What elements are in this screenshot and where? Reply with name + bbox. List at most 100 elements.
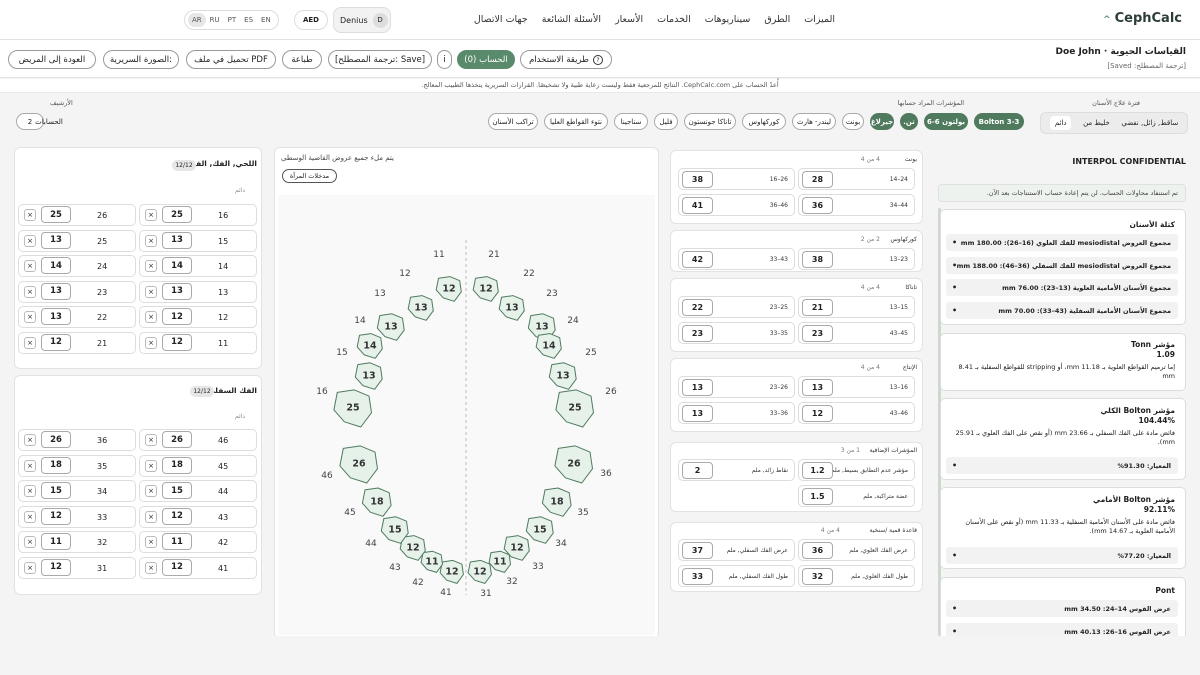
usage-button[interactable]: طريقة الاستخدام? <box>520 50 612 69</box>
measurement-value[interactable]: 1.5 <box>802 488 833 505</box>
index-chip-active[interactable]: بولتون 6-6 <box>924 113 968 130</box>
clear-icon[interactable]: × <box>145 536 157 548</box>
clear-icon[interactable]: × <box>24 311 36 323</box>
measurement-value[interactable]: 2 <box>682 462 713 479</box>
menu-item[interactable]: سيناريوهات <box>705 14 751 25</box>
tooth-width-field[interactable]: 18 <box>41 456 71 474</box>
tooth-width-field[interactable]: 12 <box>41 558 71 576</box>
tooth-width-field[interactable]: 12 <box>162 333 192 351</box>
clear-icon[interactable]: × <box>145 311 157 323</box>
tooth-width-field[interactable]: 13 <box>162 282 192 300</box>
measurement-value[interactable]: 42 <box>682 251 713 268</box>
measurement-value[interactable]: 33 <box>682 568 713 585</box>
print-button[interactable]: طباعة <box>282 50 322 69</box>
mirror-inputs-button[interactable]: مدخلات المرآة <box>282 169 337 183</box>
measurement-value[interactable]: 38 <box>802 251 833 268</box>
tooth-width-field[interactable]: 13 <box>41 282 71 300</box>
clear-icon[interactable]: × <box>24 336 36 349</box>
tooth-width-field[interactable]: 12 <box>162 308 192 325</box>
measurement-value[interactable]: 13 <box>682 405 713 422</box>
index-chip[interactable]: تاناكا جونستون <box>684 113 736 130</box>
measurement-value[interactable]: 21 <box>802 299 833 316</box>
clear-icon[interactable]: × <box>145 434 157 446</box>
user-menu[interactable]: Denius D <box>333 7 391 33</box>
tooth-width-field[interactable]: 15 <box>41 482 71 499</box>
measurement-value[interactable]: 36 <box>802 542 833 559</box>
menu-item[interactable]: الأسئلة الشائعة <box>542 14 601 25</box>
tooth-width-field[interactable]: 26 <box>162 431 192 448</box>
index-chip[interactable]: تراكب الأسنان <box>488 113 538 130</box>
index-chip[interactable]: ليندر- هارث <box>792 113 836 130</box>
menu-item[interactable]: الطرق <box>764 14 790 25</box>
measurement-value[interactable]: 32 <box>802 568 833 585</box>
clear-icon[interactable]: × <box>24 561 36 574</box>
clear-icon[interactable]: × <box>24 510 36 523</box>
clinical-photo-button[interactable]: الصورة السريرية: <box>103 50 179 69</box>
measurement-value[interactable]: 37 <box>682 542 713 559</box>
index-chip[interactable]: سناجينا <box>614 113 648 130</box>
save-button[interactable]: [ترجمة المصطلح: Save] <box>328 50 432 69</box>
tooth-width-field[interactable]: 13 <box>162 231 192 249</box>
pdf-button[interactable]: تحميل في ملف PDF <box>186 50 276 69</box>
back-button[interactable]: العودة إلى المريض <box>8 50 96 69</box>
clear-icon[interactable]: × <box>145 285 157 298</box>
tooth-width-field[interactable]: 11 <box>41 533 71 550</box>
clear-icon[interactable]: × <box>24 209 36 221</box>
tooth-width-field[interactable]: 13 <box>41 308 71 325</box>
tooth-width-field[interactable]: 12 <box>41 333 71 351</box>
measurement-value[interactable]: 36 <box>802 197 833 214</box>
measurement-value[interactable]: 13 <box>802 379 833 396</box>
clear-icon[interactable]: × <box>145 260 157 272</box>
clear-icon[interactable]: × <box>145 510 157 523</box>
menu-item[interactable]: الخدمات <box>657 14 691 25</box>
tooth-width-field[interactable]: 13 <box>41 231 71 249</box>
clear-icon[interactable]: × <box>24 434 36 446</box>
index-chip[interactable]: بونت <box>842 113 864 130</box>
index-chip-active[interactable]: Bolton 3-3 <box>974 113 1024 130</box>
clear-icon[interactable]: × <box>24 459 36 472</box>
index-chip-active[interactable]: جيرلاغ <box>870 113 894 130</box>
lang-option[interactable]: AR <box>188 13 206 27</box>
clear-icon[interactable]: × <box>145 234 157 247</box>
clear-icon[interactable]: × <box>145 485 157 497</box>
tooth-width-field[interactable]: 18 <box>162 456 192 474</box>
measurement-value[interactable]: 12 <box>802 405 833 422</box>
measurement-value[interactable]: 1.2 <box>802 462 833 479</box>
info-icon[interactable]: i <box>437 50 452 69</box>
measurement-value[interactable]: 22 <box>682 299 713 316</box>
tooth-width-field[interactable]: 12 <box>162 558 192 576</box>
lang-option[interactable]: EN <box>257 16 275 24</box>
menu-item[interactable]: الأسعار <box>615 14 643 25</box>
clear-icon[interactable]: × <box>24 234 36 247</box>
tooth-width-field[interactable]: 14 <box>41 257 71 274</box>
calculate-button[interactable]: الحساب (0) <box>457 50 515 69</box>
tooth-width-field[interactable]: 12 <box>41 507 71 525</box>
lang-option[interactable]: PT <box>224 16 241 24</box>
currency-select[interactable]: AED <box>294 10 328 30</box>
measurement-value[interactable]: 23 <box>682 325 713 342</box>
tooth-width-field[interactable]: 12 <box>162 507 192 525</box>
measurement-value[interactable]: 28 <box>802 171 833 188</box>
tooth-width-field[interactable]: 25 <box>41 206 71 223</box>
clear-icon[interactable]: × <box>24 536 36 548</box>
index-chip[interactable]: نتوء القواطع العليا <box>544 113 608 130</box>
measurement-value[interactable]: 23 <box>802 325 833 342</box>
tooth-width-field[interactable]: 15 <box>162 482 192 499</box>
tooth-width-field[interactable]: 26 <box>41 431 71 448</box>
lang-option[interactable]: RU <box>206 16 224 24</box>
measurement-value[interactable]: 38 <box>682 171 713 188</box>
clear-icon[interactable]: × <box>24 285 36 298</box>
clear-icon[interactable]: × <box>24 260 36 272</box>
arch-option[interactable]: خليط من <box>1083 119 1110 127</box>
measurement-value[interactable]: 13 <box>682 379 713 396</box>
menu-item[interactable]: الميزات <box>804 14 835 25</box>
lang-option[interactable]: ES <box>240 16 257 24</box>
clear-icon[interactable]: × <box>145 336 157 349</box>
brand-logo[interactable]: ^ CephCalc <box>1103 11 1182 26</box>
archive-button[interactable]: الحسابات <box>30 113 68 130</box>
tooth-width-field[interactable]: 14 <box>162 257 192 274</box>
index-chip-active[interactable]: تن. <box>900 113 918 130</box>
clear-icon[interactable]: × <box>145 459 157 472</box>
index-chip[interactable]: كوركهاوس <box>742 113 786 130</box>
arch-option[interactable]: ساقط, زائل, نفضي <box>1121 119 1178 127</box>
